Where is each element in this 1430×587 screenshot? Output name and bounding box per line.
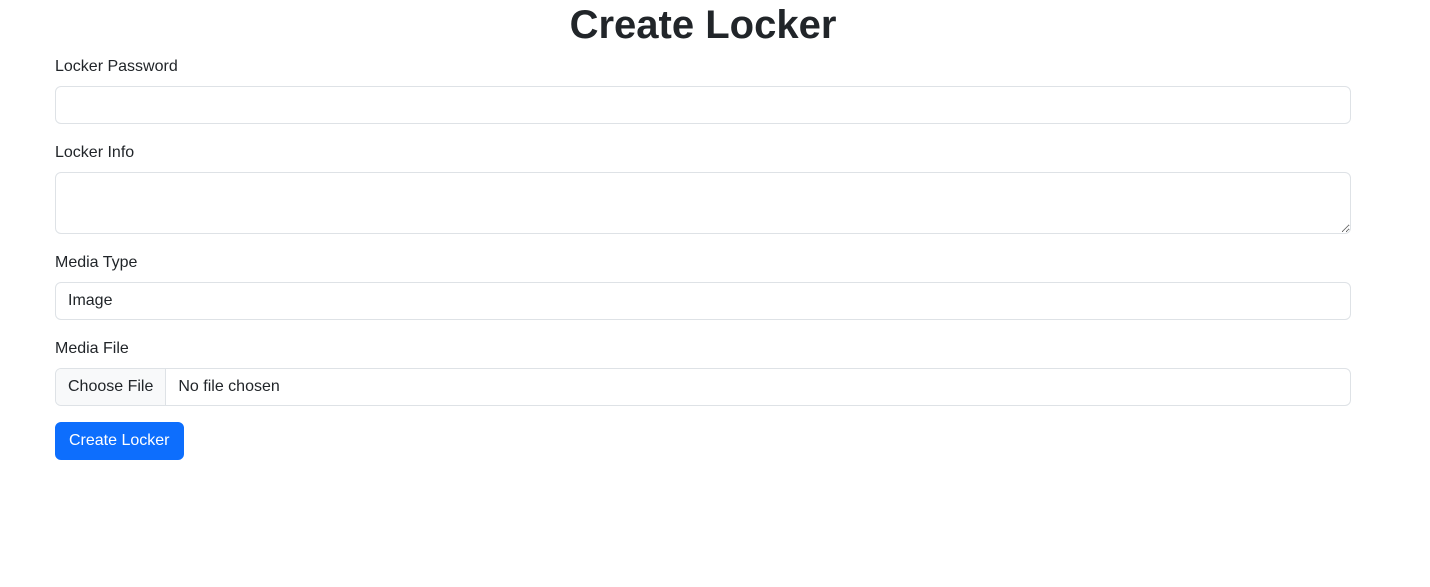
media-type-selected-value: Image xyxy=(68,292,113,309)
media-type-label: Media Type xyxy=(55,254,138,271)
media-file-input[interactable]: Choose File No file chosen xyxy=(55,368,1351,406)
locker-password-label: Locker Password xyxy=(55,58,178,75)
create-locker-form: Locker Password Locker Info Media Type I… xyxy=(55,57,1351,460)
page-title: Create Locker xyxy=(569,3,837,47)
file-status-text: No file chosen xyxy=(178,378,280,395)
media-type-select[interactable]: Image xyxy=(55,282,1351,320)
create-locker-page: Create Locker Locker Password Locker Inf… xyxy=(0,0,1430,587)
locker-info-label: Locker Info xyxy=(55,144,135,161)
choose-file-button[interactable]: Choose File xyxy=(56,369,167,405)
locker-info-textarea[interactable] xyxy=(55,172,1351,234)
locker-password-input[interactable] xyxy=(55,86,1351,124)
create-locker-button[interactable]: Create Locker xyxy=(55,422,184,460)
media-file-label: Media File xyxy=(55,340,129,357)
